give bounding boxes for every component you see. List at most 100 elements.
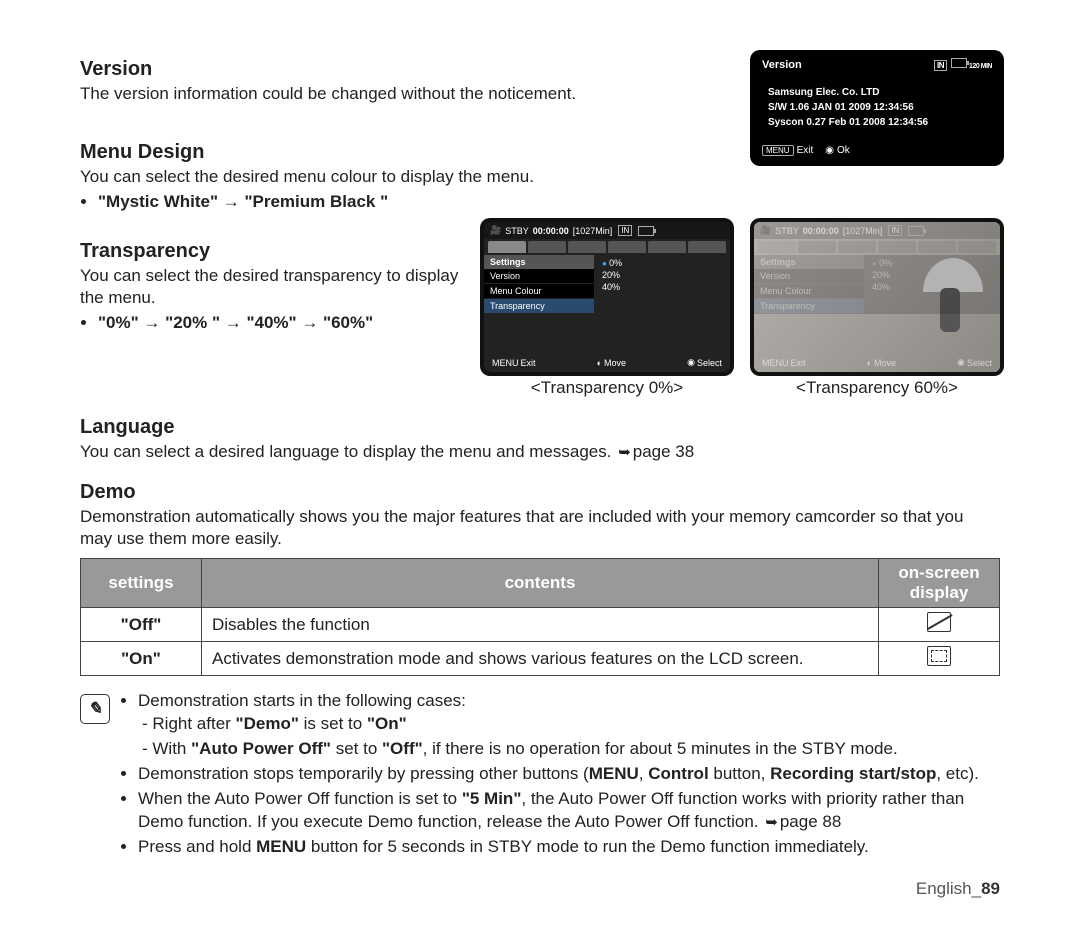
note-item: Press and hold MENU button for 5 seconds… bbox=[138, 836, 1000, 859]
menu-pane: Settings Version Menu Colour Transparenc… bbox=[754, 255, 1000, 314]
menu-item: Version bbox=[754, 269, 864, 284]
th-settings: settings bbox=[81, 559, 202, 608]
note-subitem: With "Auto Power Off" set to "Off", if t… bbox=[142, 738, 1000, 761]
stby-label: STBY bbox=[775, 226, 799, 236]
tab bbox=[568, 241, 606, 253]
in-indicator: IN bbox=[888, 225, 902, 236]
note-item: Demonstration stops temporarily by press… bbox=[138, 763, 1000, 786]
tab bbox=[488, 241, 526, 253]
manual-page: Version IN 120 MIN Samsung Elec. Co. LTD… bbox=[40, 0, 1040, 919]
cell-off-icon bbox=[879, 608, 1000, 642]
note-box: ✎ Demonstration starts in the following … bbox=[80, 690, 1000, 861]
lcd-header: Version IN 120 MIN bbox=[754, 54, 1000, 75]
heading-language: Language bbox=[80, 416, 1000, 439]
battery-icon bbox=[908, 226, 924, 236]
tab bbox=[608, 241, 646, 253]
transparency-row: Transparency You can select the desired … bbox=[80, 222, 1000, 398]
menu-item: Menu Colour bbox=[484, 284, 594, 299]
menu-header: Settings bbox=[754, 255, 864, 269]
table-row: "Off" Disables the function bbox=[81, 608, 1000, 642]
cam-icon: 🎥 bbox=[490, 225, 501, 236]
tab bbox=[838, 241, 876, 253]
page-ref: page 38 bbox=[616, 442, 694, 461]
menu-tag: MENU bbox=[492, 358, 519, 368]
tab bbox=[528, 241, 566, 253]
in-indicator: IN bbox=[618, 225, 632, 236]
transparency-option: "0%" → "20% " → "40%" → "60%" bbox=[98, 313, 460, 333]
battery-icon bbox=[638, 226, 654, 236]
shot-top-bar: 🎥 STBY 00:00:00 [1027Min] IN bbox=[754, 222, 1000, 239]
stby-label: STBY bbox=[505, 226, 529, 236]
footer-lang: English_ bbox=[916, 879, 981, 898]
menu-header: Settings bbox=[484, 255, 594, 269]
version-lcd-figure: Version IN 120 MIN Samsung Elec. Co. LTD… bbox=[754, 54, 1000, 162]
version-line: Syscon 0.27 Feb 01 2008 12:34:56 bbox=[768, 115, 986, 130]
bullet-transparency: "0%" → "20% " → "40%" → "60%" bbox=[98, 313, 460, 333]
menu-design-option: "Mystic White" → "Premium Black " bbox=[98, 192, 1000, 212]
remain-label: [1027Min] bbox=[843, 226, 883, 236]
cell-on-desc: Activates demonstration mode and shows v… bbox=[202, 642, 879, 676]
osd-off-icon bbox=[927, 612, 951, 632]
menu-left: Settings Version Menu Colour Transparenc… bbox=[754, 255, 864, 314]
body-language: You can select a desired language to dis… bbox=[80, 441, 1000, 463]
screenshot-transparency-60: 🎥 STBY 00:00:00 [1027Min] IN Settings Ve… bbox=[754, 222, 1000, 398]
caption-0: <Transparency 0%> bbox=[484, 378, 730, 398]
select-hint: ◉ Select bbox=[687, 357, 722, 368]
page-footer: English_89 bbox=[80, 879, 1000, 899]
menu-option: 40% bbox=[864, 281, 1000, 293]
tab-row bbox=[754, 239, 1000, 255]
body-menu-design: You can select the desired menu colour t… bbox=[80, 166, 1000, 188]
menu-right: 0% 20% 40% bbox=[864, 255, 1000, 314]
heading-demo: Demo bbox=[80, 481, 1000, 504]
tab bbox=[688, 241, 726, 253]
note-item: Demonstration starts in the following ca… bbox=[138, 690, 1000, 761]
shot-bottom-bar: MENU Exit ◐ Move ◉ Select bbox=[754, 355, 1000, 370]
lcd-screen: Version IN 120 MIN Samsung Elec. Co. LTD… bbox=[754, 54, 1000, 162]
cam-icon: 🎥 bbox=[760, 225, 771, 236]
cell-on: "On" bbox=[81, 642, 202, 676]
cell-off: "Off" bbox=[81, 608, 202, 642]
note-sublist: Right after "Demo" is set to "On" With "… bbox=[142, 713, 1000, 761]
ok-label: ◉ Ok bbox=[825, 145, 850, 156]
cell-off-desc: Disables the function bbox=[202, 608, 879, 642]
cell-on-icon bbox=[879, 642, 1000, 676]
in-indicator: IN bbox=[934, 60, 947, 71]
version-line: S/W 1.06 JAN 01 2009 12:34:56 bbox=[768, 100, 986, 115]
menu-option: 20% bbox=[864, 269, 1000, 281]
time-label: 00:00:00 bbox=[533, 226, 569, 236]
note-icon: ✎ bbox=[80, 694, 110, 724]
version-line: Samsung Elec. Co. LTD bbox=[768, 85, 986, 100]
menu-pane: Settings Version Menu Colour Transparenc… bbox=[484, 255, 730, 314]
caption-60: <Transparency 60%> bbox=[754, 378, 1000, 398]
tab bbox=[758, 241, 796, 253]
move-hint: ◐ Move bbox=[867, 357, 896, 368]
time-label: 00:00:00 bbox=[803, 226, 839, 236]
lcd-indicators: IN 120 MIN bbox=[932, 58, 992, 71]
demo-table: settings contents on-screen display "Off… bbox=[80, 558, 1000, 676]
screenshot-transparency-0: 🎥 STBY 00:00:00 [1027Min] IN Settings Ve… bbox=[484, 222, 730, 398]
menu-option: 40% bbox=[594, 281, 730, 293]
tab bbox=[798, 241, 836, 253]
lcd-body: Samsung Elec. Co. LTD S/W 1.06 JAN 01 20… bbox=[754, 75, 1000, 141]
exit-label: MENU Exit bbox=[762, 145, 813, 156]
menu-option: 20% bbox=[594, 269, 730, 281]
menu-item-selected: Transparency bbox=[484, 299, 594, 314]
menu-right: 0% 20% 40% bbox=[594, 255, 730, 314]
note-item: When the Auto Power Off function is set … bbox=[138, 788, 1000, 834]
menu-tag: MENU bbox=[762, 145, 794, 156]
bullet-menu-design: "Mystic White" → "Premium Black " bbox=[98, 192, 1000, 212]
page-number: 89 bbox=[981, 879, 1000, 898]
shot-top-bar: 🎥 STBY 00:00:00 [1027Min] IN bbox=[484, 222, 730, 239]
lcd-shot-dark: 🎥 STBY 00:00:00 [1027Min] IN Settings Ve… bbox=[484, 222, 730, 372]
tab bbox=[958, 241, 996, 253]
note-list: Demonstration starts in the following ca… bbox=[138, 690, 1000, 861]
menu-option-selected: 0% bbox=[594, 257, 730, 269]
menu-item-selected: Transparency bbox=[754, 299, 864, 314]
body-transparency: You can select the desired transparency … bbox=[80, 265, 460, 309]
heading-transparency: Transparency bbox=[80, 240, 460, 263]
body-demo: Demonstration automatically shows you th… bbox=[80, 506, 1000, 550]
shot-bottom-bar: MENU Exit ◐ Move ◉ Select bbox=[484, 355, 730, 370]
tab bbox=[918, 241, 956, 253]
page-ref: page 88 bbox=[763, 812, 841, 831]
transparency-text: Transparency You can select the desired … bbox=[80, 222, 460, 398]
